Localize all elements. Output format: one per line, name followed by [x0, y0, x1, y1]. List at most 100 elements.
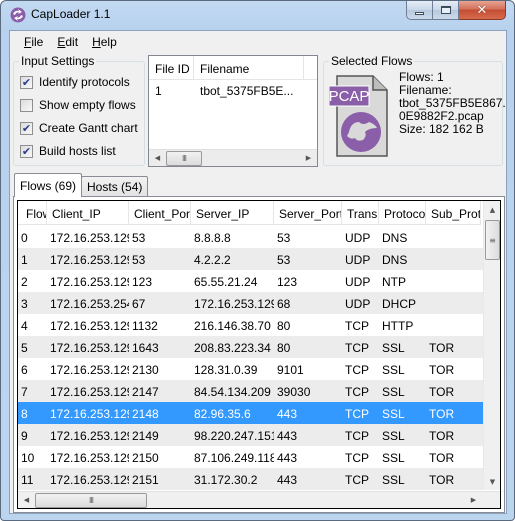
trans-cell: UDP: [345, 297, 371, 311]
flow-cell: 7: [21, 385, 28, 399]
column-header-sub-proto[interactable]: Sub_Proto: [426, 201, 481, 225]
checkbox-label: Create Gantt chart: [39, 121, 138, 135]
client-port-cell: 67: [132, 297, 146, 311]
server-port-cell: 39030: [277, 385, 311, 399]
flows-vertical-scrollbar[interactable]: ▲ ≡ ▼: [483, 201, 500, 490]
build-hosts-list-checkbox[interactable]: ✔ Build hosts list: [20, 144, 116, 158]
checkbox-box[interactable]: ✔: [20, 75, 33, 89]
table-row[interactable]: 1 172.16.253.129 53 4.2.2.2 53 UDP DNS: [18, 248, 483, 270]
scroll-left-icon[interactable]: ◀: [149, 150, 166, 167]
menu-bar: File Edit Help: [10, 31, 506, 53]
column-header-client-port[interactable]: Client_Port: [129, 201, 191, 225]
client-ip-cell: 172.16.253.254: [50, 297, 129, 311]
server-ip-cell: 172.16.253.129: [194, 297, 274, 311]
flows-table[interactable]: FlowClient_IPClient_PortServer_IPServer_…: [17, 200, 501, 509]
column-header-client-ip[interactable]: Client_IP: [47, 201, 129, 225]
protocol-cell: NTP: [382, 275, 406, 289]
pcap-file-icon[interactable]: PCAP: [329, 70, 389, 158]
maximize-button[interactable]: [433, 1, 459, 20]
client-port-cell: 2130: [132, 363, 159, 377]
menu-help-accel: H: [92, 35, 101, 49]
protocol-cell: DNS: [382, 253, 408, 267]
sub-proto-cell: [426, 248, 481, 270]
app-window: CapLoader 1.1 ✕ File Edit Help Input Set…: [0, 0, 515, 521]
table-row[interactable]: 9 172.16.253.129 2149 98.220.247.151 443 TCP S…: [18, 424, 483, 446]
flow-cell: 10: [21, 451, 35, 465]
table-row[interactable]: 0 172.16.253.129 53 8.8.8.8 53 UDP DNS: [18, 226, 483, 248]
checkbox-box[interactable]: ✔: [20, 121, 33, 135]
menu-edit[interactable]: Edit: [50, 31, 85, 53]
trans-cell: TCP: [345, 363, 369, 377]
checkmark-icon: ✔: [21, 121, 32, 135]
checkmark-icon: ✔: [21, 144, 32, 158]
scroll-left-icon[interactable]: ◀: [18, 492, 35, 509]
server-port-cell: 68: [277, 297, 291, 311]
trans-cell: UDP: [345, 231, 371, 245]
table-row[interactable]: 11 172.16.253.129 2151 31.172.30.2 443 TCP SSL…: [18, 468, 483, 490]
column-header-filename[interactable]: Filename: [194, 56, 304, 79]
protocol-cell: SSL: [382, 473, 405, 487]
protocol-cell: SSL: [382, 451, 405, 465]
sub-proto-cell: [426, 292, 481, 314]
table-row[interactable]: 3 172.16.253.254 67 172.16.253.129 68 UDP DHCP: [18, 292, 483, 314]
column-header-flow[interactable]: Flow: [18, 201, 47, 225]
files-horizontal-scrollbar[interactable]: ◀ III ▶: [149, 149, 317, 166]
flow-cell: 6: [21, 363, 28, 377]
tab-flows[interactable]: Flows (69): [14, 173, 83, 197]
server-ip-cell: 31.172.30.2: [194, 473, 258, 487]
checkbox-box[interactable]: ✔: [20, 144, 33, 158]
table-row[interactable]: 4 172.16.253.129 1132 216.146.38.70 80 TCP HTT…: [18, 314, 483, 336]
column-header-server-ip[interactable]: Server_IP: [191, 201, 274, 225]
server-ip-cell: 8.8.8.8: [194, 231, 231, 245]
title-bar[interactable]: CapLoader 1.1 ✕: [1, 1, 514, 29]
client-ip-cell: 172.16.253.129: [50, 473, 129, 487]
menu-edit-label: dit: [65, 35, 79, 49]
table-row[interactable]: 6 172.16.253.129 2130 128.31.0.39 9101 TCP SSL…: [18, 358, 483, 380]
create-gantt-chart-checkbox[interactable]: ✔ Create Gantt chart: [20, 121, 138, 135]
menu-help[interactable]: Help: [85, 31, 124, 53]
flow-cell: 11: [21, 473, 34, 487]
client-port-cell: 123: [132, 275, 153, 289]
trans-cell: TCP: [345, 341, 369, 355]
protocol-cell: SSL: [382, 429, 405, 443]
files-list[interactable]: File ID Filename 1 tbot_5375FB5E... ◀ II…: [148, 55, 318, 167]
server-ip-cell: 87.106.249.118: [194, 451, 274, 465]
table-row[interactable]: 10 172.16.253.129 2150 87.106.249.118 443 TCP…: [18, 446, 483, 468]
server-port-cell: 53: [277, 231, 291, 245]
scroll-down-icon[interactable]: ▼: [484, 473, 500, 490]
trans-cell: TCP: [345, 385, 369, 399]
selected-flows-title: Selected Flows: [329, 54, 415, 68]
sub-proto-cell: TOR: [429, 473, 455, 487]
scroll-right-icon[interactable]: ▶: [465, 492, 482, 509]
scroll-thumb[interactable]: III: [35, 492, 147, 508]
server-ip-cell: 65.55.21.24: [194, 275, 258, 289]
file-row[interactable]: 1 tbot_5375FB5E...: [149, 80, 317, 100]
table-row[interactable]: 8 172.16.253.129 2148 82.96.35.6 443 TCP SSL TO…: [18, 402, 483, 424]
scroll-thumb-vertical[interactable]: ≡: [485, 220, 500, 260]
column-header-trans[interactable]: Trans: [342, 201, 379, 225]
scroll-up-icon[interactable]: ▲: [484, 201, 500, 218]
sub-proto-cell: [426, 314, 481, 336]
server-port-cell: 9101: [277, 363, 304, 377]
client-port-cell: 1643: [132, 341, 159, 355]
flow-cell: 3: [21, 297, 28, 311]
selected-flows-info: Flows: 1 Filename: tbot_5375FB5E867.0E98…: [399, 71, 509, 136]
show-empty-flows-checkbox[interactable]: Show empty flows: [20, 98, 136, 112]
flows-horizontal-scrollbar[interactable]: ◀ III ▶: [18, 491, 500, 508]
scroll-right-icon[interactable]: ▶: [300, 150, 317, 167]
menu-file[interactable]: File: [17, 31, 50, 53]
close-button[interactable]: ✕: [459, 1, 506, 20]
server-port-cell: 443: [277, 473, 298, 487]
scroll-thumb[interactable]: III: [166, 150, 202, 166]
identify-protocols-checkbox[interactable]: ✔ Identify protocols: [20, 75, 130, 89]
protocol-cell: SSL: [382, 341, 405, 355]
column-header-server-port[interactable]: Server_Port: [274, 201, 342, 225]
column-header-protocol[interactable]: Protocol: [379, 201, 426, 225]
table-row[interactable]: 5 172.16.253.129 1643 208.83.223.34 80 TCP SSL…: [18, 336, 483, 358]
column-header-file-id[interactable]: File ID: [149, 56, 194, 79]
table-row[interactable]: 7 172.16.253.129 2147 84.54.134.209 39030 TCP…: [18, 380, 483, 402]
minimize-button[interactable]: [406, 1, 433, 20]
table-row[interactable]: 2 172.16.253.129 123 65.55.21.24 123 UDP NTP: [18, 270, 483, 292]
tab-hosts[interactable]: Hosts (54): [81, 176, 149, 197]
checkbox-box[interactable]: [20, 98, 33, 112]
